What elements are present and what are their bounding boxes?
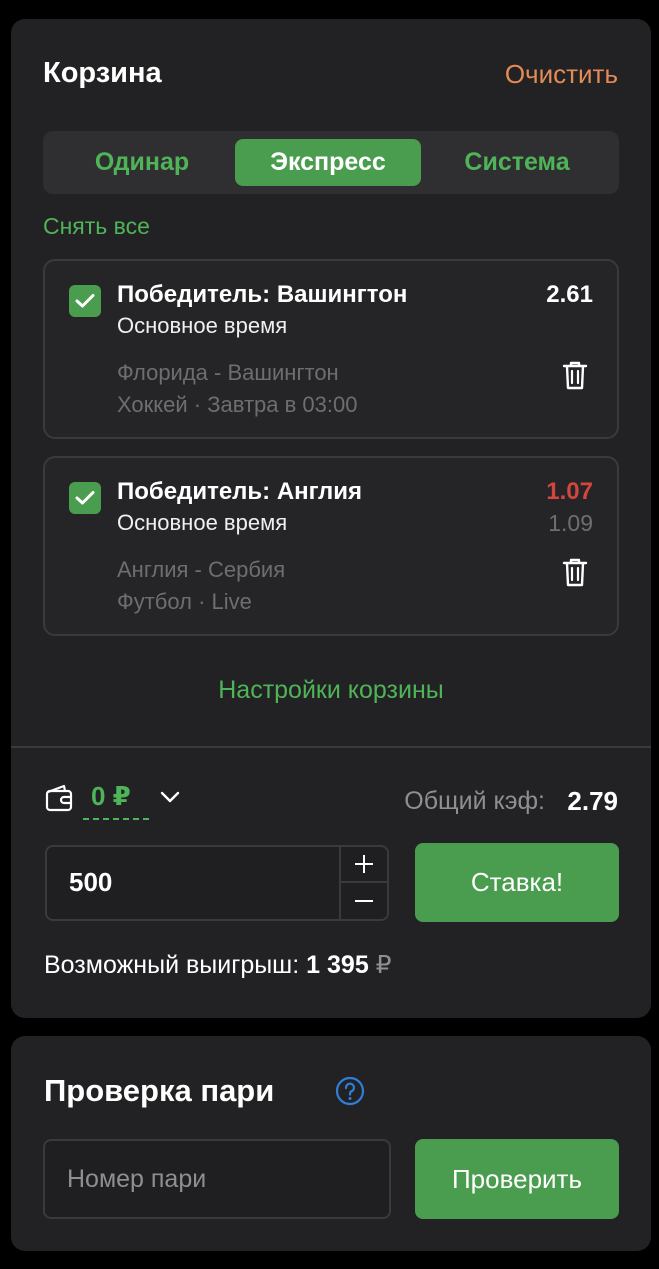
ticket-check-panel: Проверка пари Проверить	[11, 1036, 651, 1251]
stake-amount-input[interactable]	[69, 867, 329, 898]
remove-all-button[interactable]: Снять все	[43, 213, 150, 240]
minus-icon	[355, 900, 373, 902]
possible-win-currency: ₽	[375, 951, 392, 979]
clear-cart-button[interactable]: Очистить	[505, 59, 618, 90]
total-odds-value: 2.79	[567, 786, 618, 816]
bet-market: Основное время	[117, 313, 288, 338]
bet-market: Основное время	[117, 510, 288, 535]
bet-title: Победитель: Англия	[117, 478, 363, 505]
plus-icon	[355, 855, 373, 873]
ticket-number-input[interactable]	[67, 1165, 367, 1194]
check-icon	[75, 491, 95, 505]
tab-system[interactable]: Система	[424, 139, 610, 186]
bet-odds-previous: 1.09	[548, 510, 593, 536]
place-bet-button[interactable]: Ставка!	[415, 843, 619, 922]
check-icon	[75, 294, 95, 308]
decrease-button[interactable]	[341, 883, 387, 919]
bet-checkbox[interactable]	[69, 285, 101, 317]
cart-title: Корзина	[43, 57, 162, 89]
bet-odds: 1.07	[546, 478, 593, 505]
bet-card: Победитель: Вашингтон Основное время Фло…	[43, 259, 619, 439]
bet-meta: Футбол · Live	[117, 589, 252, 614]
tab-express[interactable]: Экспресс	[235, 139, 421, 186]
cart-panel: Корзина Очистить Одинар Экспресс Система…	[11, 19, 651, 1018]
check-ticket-button[interactable]: Проверить	[415, 1139, 619, 1219]
bet-checkbox[interactable]	[69, 482, 101, 514]
possible-win: Возможный выигрыш: 1 395 ₽	[44, 950, 392, 980]
cart-settings-link[interactable]: Настройки корзины	[11, 676, 651, 705]
trash-icon[interactable]	[561, 359, 589, 391]
bet-meta: Хоккей · Завтра в 03:00	[117, 392, 358, 417]
stake-amount-field	[45, 845, 389, 921]
amount-stepper	[339, 847, 387, 919]
bet-card: Победитель: Англия Основное время Англия…	[43, 456, 619, 636]
ticket-check-title: Проверка пари	[44, 1073, 275, 1108]
tab-single[interactable]: Одинар	[49, 139, 235, 186]
increase-button[interactable]	[341, 847, 387, 883]
possible-win-value: 1 395	[306, 951, 369, 979]
wallet-icon	[45, 784, 73, 812]
balance-value[interactable]: 0 ₽	[91, 781, 131, 812]
chevron-down-icon[interactable]	[159, 789, 181, 805]
balance-underline	[83, 818, 149, 820]
ticket-number-field	[43, 1139, 391, 1219]
help-icon[interactable]	[335, 1076, 365, 1106]
bet-type-tabs: Одинар Экспресс Система	[43, 131, 619, 194]
trash-icon[interactable]	[561, 556, 589, 588]
bet-odds: 2.61	[546, 281, 593, 308]
bet-title: Победитель: Вашингтон	[117, 281, 408, 308]
possible-win-label: Возможный выигрыш:	[44, 951, 300, 979]
divider	[11, 746, 651, 748]
bet-match: Флорида - Вашингтон	[117, 360, 339, 385]
bet-match: Англия - Сербия	[117, 557, 286, 582]
total-odds-label: Общий кэф:	[404, 787, 545, 815]
